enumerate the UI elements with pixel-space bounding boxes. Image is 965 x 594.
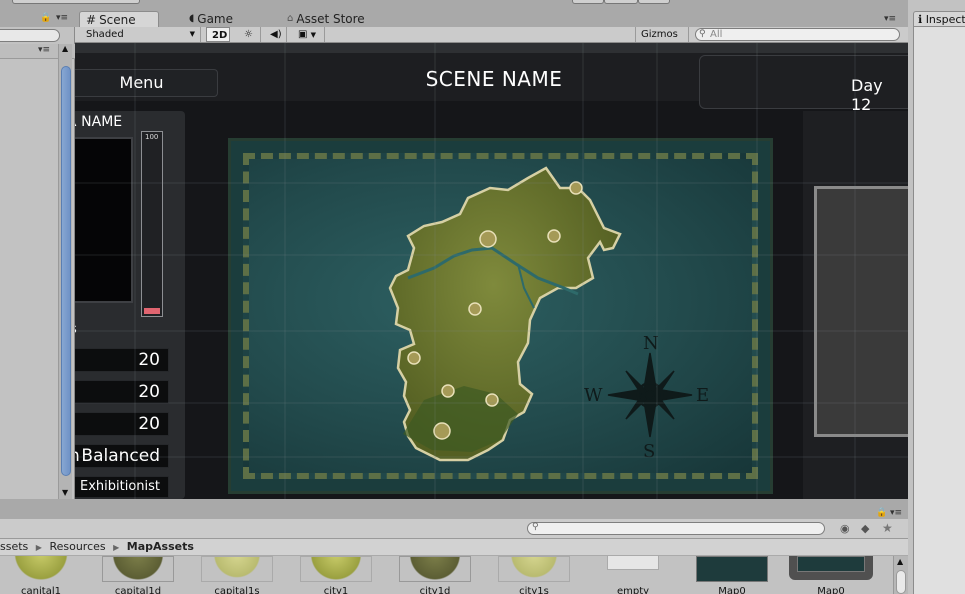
asset-item[interactable]: capital1s — [199, 556, 275, 594]
store-bag-icon: ⌂ — [287, 13, 294, 24]
menu-icon[interactable]: ▾≡ — [884, 14, 896, 24]
game-pacman-icon: ◖ — [189, 13, 195, 24]
chevron-right-icon: ▶ — [35, 543, 42, 552]
menu-icon[interactable]: ▾≡ — [38, 45, 50, 55]
sun-icon: ☼ — [244, 29, 253, 40]
toolbar-stub — [638, 0, 670, 4]
lighting-toggle[interactable]: ☼ — [239, 27, 261, 42]
inspector-content — [913, 27, 965, 594]
tab-asset-store-label: Asset Store — [296, 12, 365, 26]
menu-icon[interactable]: ▾≡ — [890, 508, 902, 518]
gizmos-label: Gizmos — [641, 29, 678, 40]
asset-item[interactable]: Map0 — [694, 556, 770, 594]
asset-thumbnail — [300, 556, 372, 582]
audio-icon: ◀) — [270, 29, 282, 40]
scene-search-input[interactable]: ⚲ All — [695, 28, 900, 41]
gizmos-dropdown[interactable]: Gizmos ▼ — [635, 27, 689, 54]
asset-item[interactable]: city1d — [397, 556, 473, 594]
asset-thumbnail — [102, 556, 174, 582]
shading-mode-value: Shaded — [86, 29, 124, 40]
chevron-right-icon: ▶ — [113, 543, 120, 552]
top-strip — [0, 0, 965, 11]
project-search-input[interactable]: ⚲ — [527, 522, 825, 535]
asset-label: empty — [616, 586, 650, 594]
star-icon[interactable]: ★ — [882, 521, 893, 535]
asset-item-selected[interactable]: Map0 — [789, 556, 873, 594]
scene-viewport[interactable]: Menu SCENE NAME Day 12 R NAME 100 s 20 2… — [75, 43, 908, 499]
asset-label: city1d — [419, 586, 451, 594]
asset-thumbnail — [201, 556, 273, 582]
menu-icon[interactable]: ▾≡ — [56, 13, 68, 23]
breadcrumb: ssets ▶ Resources ▶ MapAssets — [0, 539, 908, 556]
scrollbar-thumb[interactable] — [61, 66, 71, 476]
tab-asset-store[interactable]: ⌂ Asset Store — [281, 11, 391, 27]
breadcrumb-item[interactable]: ssets — [0, 540, 28, 553]
asset-thumbnail — [5, 556, 77, 582]
asset-item[interactable]: city1 — [298, 556, 374, 594]
asset-thumbnail — [696, 556, 768, 582]
hierarchy-panel: 🔒 ▾≡ ▾≡ ▲ ▼ — [0, 11, 75, 499]
asset-thumbnail — [498, 556, 570, 582]
hierarchy-tabbar: 🔒 ▾≡ — [0, 11, 75, 27]
project-tabbar: 🔒 ▾≡ — [0, 499, 908, 519]
effects-dropdown[interactable]: ▣ ▼ — [293, 27, 325, 42]
asset-label: Map0 — [817, 586, 845, 594]
mode-2d-label: 2D — [212, 30, 228, 41]
project-assets-grid: canital1 capital1d capital1s city1 city1… — [0, 556, 908, 594]
asset-thumbnail — [399, 556, 471, 582]
tab-game-label: Game — [197, 12, 234, 26]
asset-item[interactable]: capital1d — [100, 556, 176, 594]
label-icon[interactable]: ◆ — [861, 522, 869, 535]
lock-icon[interactable]: 🔒 — [876, 508, 887, 518]
unity-editor-window: { "tabs": { "scene": "Scene", "game": "G… — [0, 0, 965, 594]
toolbar-stub — [12, 0, 140, 4]
asset-label: city1 — [323, 586, 349, 594]
project-scrollbar[interactable]: ▲ — [893, 556, 908, 594]
breadcrumb-item-current[interactable]: MapAssets — [127, 540, 194, 553]
asset-thumbnail — [607, 556, 659, 570]
scroll-up-arrow[interactable]: ▲ — [62, 44, 68, 53]
asset-label: canital1 — [21, 586, 61, 594]
shading-mode-dropdown[interactable]: Shaded ▼ — [81, 27, 201, 42]
tab-inspector-label: Inspector — [925, 13, 965, 26]
toolbar-stub — [604, 0, 638, 4]
asset-label: capital1s — [214, 586, 260, 594]
asset-item[interactable]: empty — [595, 556, 671, 594]
scene-search-placeholder: All — [710, 29, 723, 40]
scene-toolbar: Shaded ▼ 2D ☼ ◀) ▣ ▼ Gizmos ▼ ⚲ All — [75, 27, 908, 54]
scene-tabbar: # Scene ◖ Game ⌂ Asset Store ▾≡ — [75, 11, 908, 27]
filter-type-icon[interactable]: ◉ — [840, 522, 850, 535]
hierarchy-search-input[interactable] — [0, 29, 60, 42]
tab-inspector[interactable]: ℹ Inspector — [913, 11, 965, 27]
toolbar-stub — [572, 0, 604, 4]
image-icon: ▣ — [298, 29, 308, 40]
asset-label: Map0 — [718, 586, 746, 594]
chevron-down-icon: ▼ — [189, 30, 195, 38]
asset-label: city1s — [519, 586, 549, 594]
asset-item[interactable]: city1s — [496, 556, 572, 594]
scrollbar-thumb[interactable] — [896, 570, 906, 594]
project-toolbar: ⚲ ◉ ◆ ★ — [0, 519, 908, 539]
scroll-up-arrow[interactable]: ▲ — [897, 557, 903, 566]
asset-thumbnail — [797, 556, 865, 572]
chevron-down-icon: ▼ — [310, 31, 317, 39]
tab-scene-label: Scene — [99, 12, 136, 27]
tab-scene[interactable]: # Scene — [79, 11, 159, 27]
asset-label: capital1d — [114, 586, 162, 594]
audio-toggle[interactable]: ◀) — [265, 27, 287, 42]
hierarchy-scrollbar[interactable]: ▲ ▼ — [58, 44, 72, 499]
asset-item[interactable]: canital1 — [3, 556, 79, 594]
search-icon: ⚲ — [532, 522, 539, 532]
search-icon: ⚲ — [699, 29, 706, 39]
tab-game[interactable]: ◖ Game — [183, 11, 263, 27]
info-icon: ℹ — [918, 13, 923, 26]
inspector-panel: ℹ Inspector — [908, 0, 965, 594]
scroll-down-arrow[interactable]: ▼ — [62, 488, 68, 497]
scene-hash-icon: # — [86, 12, 97, 27]
scene-grid — [75, 43, 908, 499]
breadcrumb-item[interactable]: Resources — [49, 540, 105, 553]
lock-icon[interactable]: 🔒 — [40, 13, 51, 23]
mode-2d-toggle[interactable]: 2D — [206, 27, 230, 42]
